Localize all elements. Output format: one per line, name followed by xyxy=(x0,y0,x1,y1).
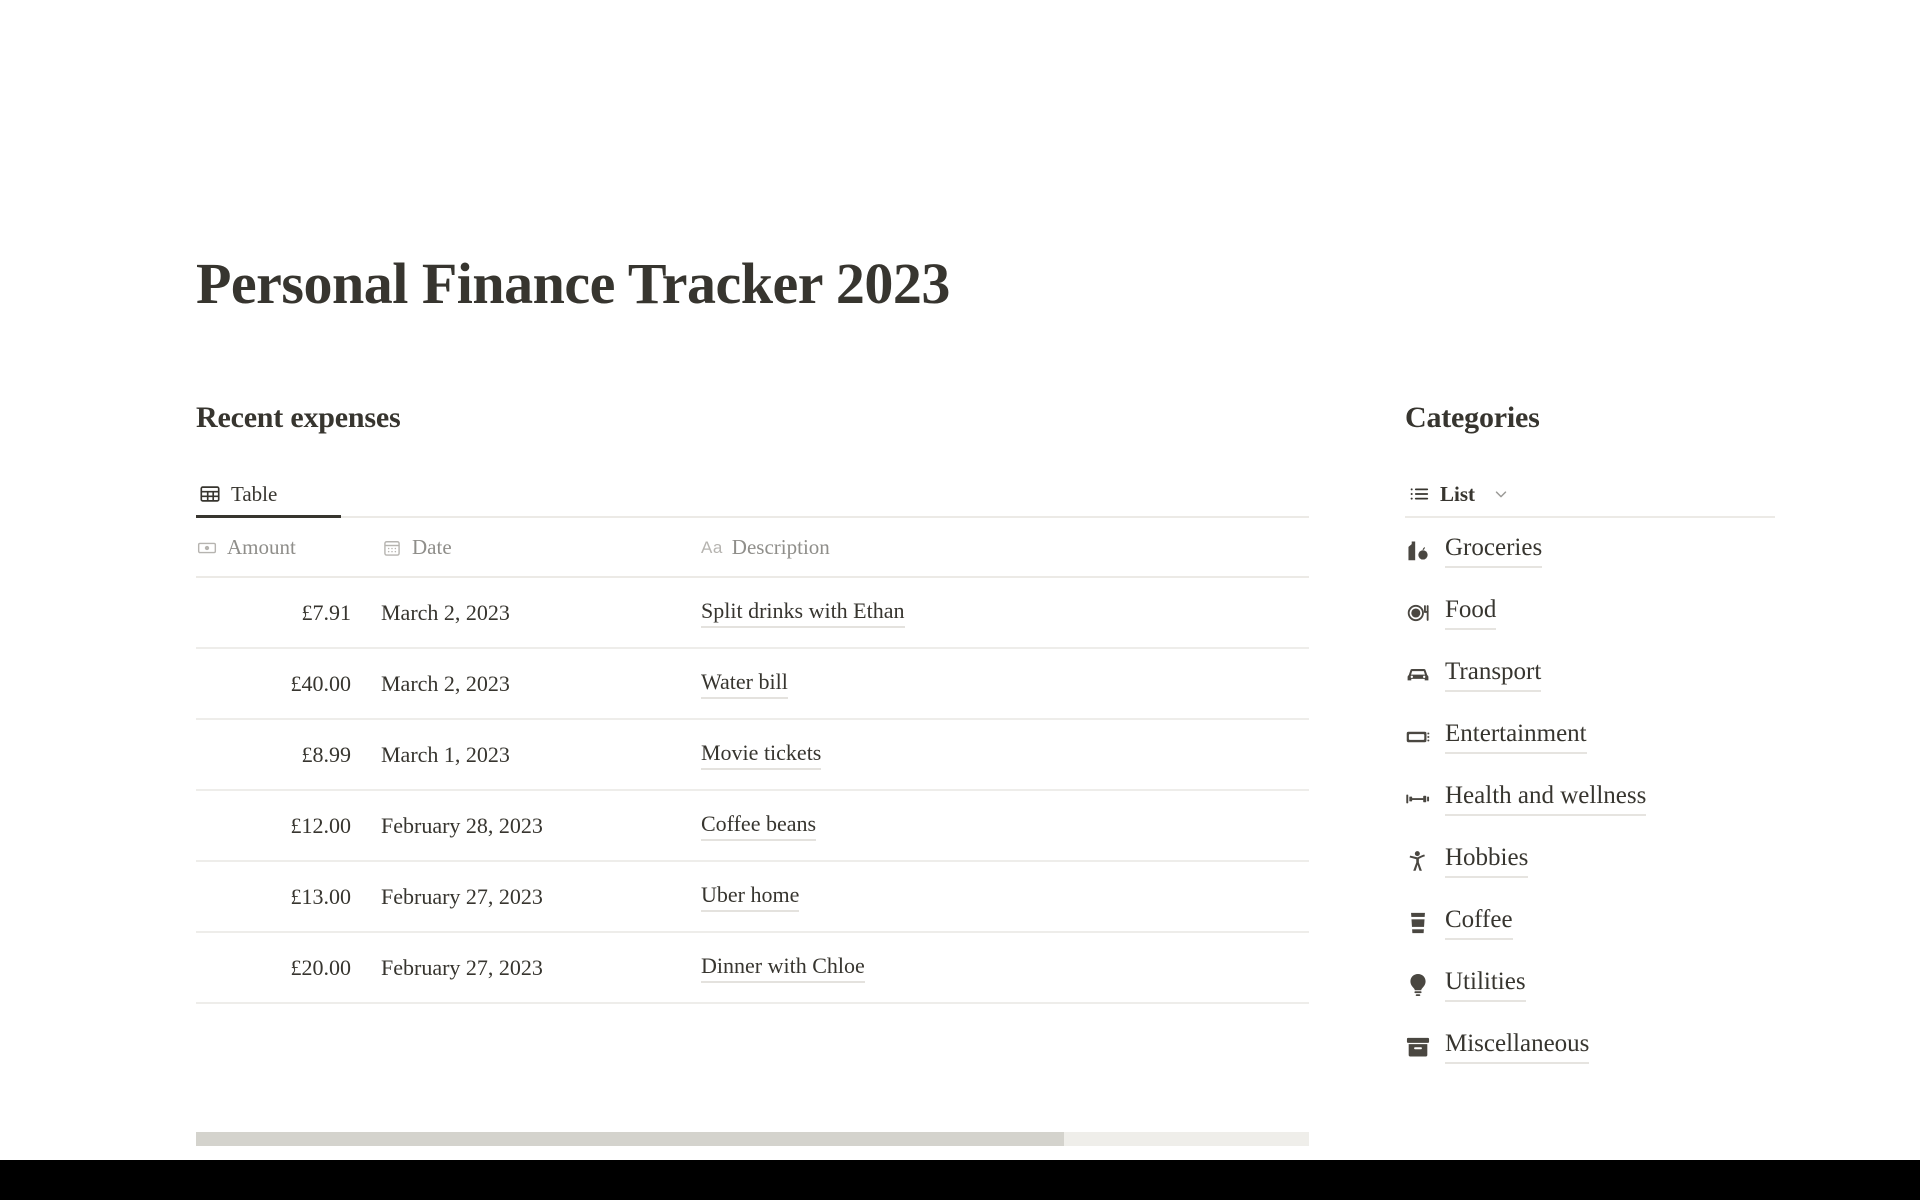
description-link[interactable]: Split drinks with Ethan xyxy=(701,598,905,628)
table-icon xyxy=(198,482,222,506)
recent-expenses-heading: Recent expenses xyxy=(196,401,401,434)
description-link[interactable]: Water bill xyxy=(701,669,788,699)
expenses-table: Amount Date Aa Description £7.91 March 2… xyxy=(196,518,1309,1004)
table-row[interactable]: £20.00 February 27, 2023 Dinner with Chl… xyxy=(196,932,1309,1004)
column-header-amount[interactable]: Amount xyxy=(196,518,381,578)
categories-tabs-divider xyxy=(1405,516,1775,518)
cell-amount: £12.00 xyxy=(196,790,381,862)
list-item-label: Utilities xyxy=(1445,968,1526,1002)
calendar-icon xyxy=(381,537,403,559)
categories-heading: Categories xyxy=(1405,401,1540,434)
list-item[interactable]: Health and wellness xyxy=(1405,768,1775,830)
lightbulb-icon xyxy=(1405,972,1431,998)
cell-description: Water bill xyxy=(701,648,1309,720)
list-icon xyxy=(1407,482,1431,506)
list-item-label: Entertainment xyxy=(1445,720,1587,754)
dumbbell-icon xyxy=(1405,786,1431,812)
description-link[interactable]: Movie tickets xyxy=(701,740,822,770)
list-item-label: Health and wellness xyxy=(1445,782,1647,816)
groceries-icon xyxy=(1405,538,1431,564)
description-link[interactable]: Dinner with Chloe xyxy=(701,953,865,983)
list-item[interactable]: Coffee xyxy=(1405,892,1775,954)
cell-description: Movie tickets xyxy=(701,719,1309,791)
cell-description: Coffee beans xyxy=(701,790,1309,862)
expenses-table-header: Amount Date Aa Description xyxy=(196,518,1309,578)
cell-date: February 27, 2023 xyxy=(381,932,701,1004)
categories-view-tab-bar: List xyxy=(1405,474,1775,518)
expenses-table-body: £7.91 March 2, 2023 Split drinks with Et… xyxy=(196,577,1309,1004)
list-item-label: Groceries xyxy=(1445,534,1543,568)
table-row[interactable]: £13.00 February 27, 2023 Uber home xyxy=(196,861,1309,933)
ticket-icon xyxy=(1405,724,1431,750)
cell-amount: £13.00 xyxy=(196,861,381,933)
list-item[interactable]: Transport xyxy=(1405,644,1775,706)
notion-page: Personal Finance Tracker 2023 Recent exp… xyxy=(0,0,1920,1200)
list-item[interactable]: Groceries xyxy=(1405,520,1775,582)
tab-table[interactable]: Table xyxy=(196,474,279,514)
list-item-label: Coffee xyxy=(1445,906,1513,940)
list-item-label: Transport xyxy=(1445,658,1542,692)
table-row[interactable]: £8.99 March 1, 2023 Movie tickets xyxy=(196,719,1309,791)
table-row[interactable]: £7.91 March 2, 2023 Split drinks with Et… xyxy=(196,577,1309,649)
table-row[interactable]: £12.00 February 28, 2023 Coffee beans xyxy=(196,790,1309,862)
list-item-label: Hobbies xyxy=(1445,844,1529,878)
chevron-down-icon[interactable] xyxy=(1492,485,1510,503)
tab-list[interactable]: List xyxy=(1405,474,1512,514)
expenses-tabs-divider xyxy=(196,516,1309,518)
cell-date: February 27, 2023 xyxy=(381,861,701,933)
list-item[interactable]: Miscellaneous xyxy=(1405,1016,1775,1078)
description-link[interactable]: Uber home xyxy=(701,882,800,912)
cell-amount: £7.91 xyxy=(196,577,381,649)
column-header-description-label: Description xyxy=(731,535,830,559)
food-plate-icon xyxy=(1405,600,1431,626)
page-title: Personal Finance Tracker 2023 xyxy=(196,250,950,316)
cell-description: Dinner with Chloe xyxy=(701,932,1309,1004)
cell-date: March 1, 2023 xyxy=(381,719,701,791)
list-item[interactable]: Utilities xyxy=(1405,954,1775,1016)
recent-expenses-section: Recent expenses Table Amount Date Aa Des… xyxy=(196,400,1309,1004)
archive-box-icon xyxy=(1405,1034,1431,1060)
column-header-date[interactable]: Date xyxy=(381,518,701,578)
table-horizontal-scrollbar[interactable] xyxy=(196,1132,1309,1146)
tab-table-label: Table xyxy=(231,481,278,506)
cell-date: February 28, 2023 xyxy=(381,790,701,862)
list-item-label: Miscellaneous xyxy=(1445,1030,1590,1064)
categories-list: Groceries Food Transport Entertainment H… xyxy=(1405,520,1775,1078)
cell-amount: £20.00 xyxy=(196,932,381,1004)
person-icon xyxy=(1405,848,1431,874)
scrollbar-thumb[interactable] xyxy=(196,1132,1065,1146)
categories-section: Categories List Groceries Food Transport… xyxy=(1405,400,1775,1078)
expenses-view-tab-bar: Table xyxy=(196,474,1309,518)
cell-date: March 2, 2023 xyxy=(381,648,701,720)
cell-amount: £8.99 xyxy=(196,719,381,791)
tab-list-label: List xyxy=(1440,481,1476,506)
column-header-date-label: Date xyxy=(412,535,452,559)
column-header-description[interactable]: Aa Description xyxy=(701,518,1309,578)
description-link[interactable]: Coffee beans xyxy=(701,811,817,841)
table-row[interactable]: £40.00 March 2, 2023 Water bill xyxy=(196,648,1309,720)
table-header-row: Amount Date Aa Description xyxy=(196,518,1309,578)
list-item[interactable]: Food xyxy=(1405,582,1775,644)
cell-date: March 2, 2023 xyxy=(381,577,701,649)
list-item-label: Food xyxy=(1445,596,1497,630)
list-item[interactable]: Hobbies xyxy=(1405,830,1775,892)
coffee-cup-icon xyxy=(1405,910,1431,936)
cell-description: Split drinks with Ethan xyxy=(701,577,1309,649)
column-header-amount-label: Amount xyxy=(227,535,296,559)
cell-amount: £40.00 xyxy=(196,648,381,720)
list-item[interactable]: Entertainment xyxy=(1405,706,1775,768)
bottom-black-band xyxy=(0,1160,1920,1200)
aa-text-icon: Aa xyxy=(701,537,723,557)
cell-description: Uber home xyxy=(701,861,1309,933)
car-icon xyxy=(1405,662,1431,688)
banknote-icon xyxy=(196,537,218,559)
